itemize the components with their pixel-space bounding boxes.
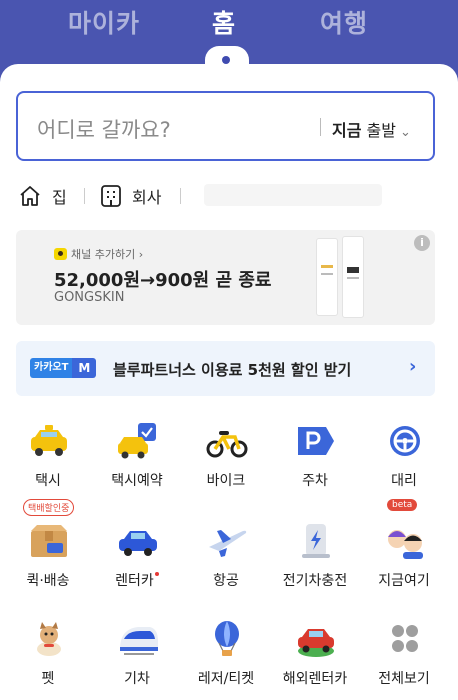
search-placeholder: 어디로 갈까요?: [37, 118, 171, 142]
airplane-icon: [209, 530, 247, 557]
departure-label: 출발: [366, 121, 396, 140]
ad-banner[interactable]: 채널 추가하기 › 52,000원→900원 곧 종료 GONGSKIN i: [16, 230, 435, 325]
ad-info-icon[interactable]: i: [414, 235, 430, 251]
chevron-down-icon: ⌄: [400, 125, 411, 140]
service-label: 전기차충전: [282, 573, 348, 589]
delivery-box-icon: [31, 525, 67, 557]
product-image: [316, 238, 338, 316]
promo-text: 블루파트너스 이용료 5천원 할인 받기: [113, 361, 352, 379]
service-leisure-ticket[interactable]: 레저/티켓: [183, 611, 269, 700]
house-icon: [20, 186, 40, 206]
service-label: 퀵·배송: [26, 573, 70, 589]
service-overseas-rental-car[interactable]: 해외렌터카: [272, 611, 358, 700]
kakao-channel-icon: [54, 248, 67, 260]
chevron-right-icon: ›: [135, 247, 144, 261]
service-label: 지금여기: [378, 573, 430, 589]
service-label: 기차: [124, 671, 150, 687]
product-image: [342, 236, 364, 318]
saved-place-home[interactable]: 집: [18, 181, 67, 211]
taxi-reservation-icon: [118, 423, 156, 459]
service-label: 전체보기: [378, 671, 430, 687]
service-label-text: 렌터카: [115, 573, 154, 589]
service-taxi-reservation[interactable]: 택시예약: [94, 413, 180, 503]
grid-dots-icon: [392, 625, 418, 652]
service-label: 레저/티켓: [197, 671, 255, 687]
saved-place-work-label: 회사: [132, 188, 162, 207]
service-label: 펫: [41, 671, 55, 687]
bike-icon: [206, 431, 248, 458]
kakao-t-m-badge: 카카오T M: [30, 358, 97, 378]
tab-mycar[interactable]: 마이카: [68, 4, 140, 40]
promo-banner[interactable]: 카카오T M 블루파트너스 이용료 5천원 할인 받기 ›: [16, 341, 435, 396]
service-ev-charging[interactable]: 전기차충전: [272, 513, 358, 603]
service-pet[interactable]: 펫: [5, 611, 91, 700]
service-taxi[interactable]: 택시: [5, 413, 91, 503]
saved-places: 집 회사: [18, 181, 448, 211]
taxi-icon: [31, 425, 67, 456]
overseas-rental-car-icon: [298, 629, 334, 657]
tab-home[interactable]: 홈: [212, 4, 236, 40]
service-label: 주차: [302, 473, 328, 489]
service-label: 대리: [391, 473, 417, 489]
chevron-right-icon: ›: [409, 356, 417, 377]
service-label: 항공: [213, 573, 239, 589]
steering-wheel-icon: [390, 426, 420, 456]
tab-travel[interactable]: 여행: [320, 4, 368, 40]
departure-time-select[interactable]: 지금 출발 ⌄: [332, 117, 411, 141]
page-indicator-dot: [222, 56, 230, 64]
search-divider: [320, 118, 321, 136]
service-grid: 택시 택시예약 바이크 주차 대리 택배할인중 퀵·배송 렌터카 항공 전기차충…: [0, 413, 458, 700]
service-parking[interactable]: 주차: [272, 413, 358, 503]
beta-badge: beta: [387, 499, 418, 511]
new-badge-dot: [154, 572, 159, 576]
train-icon: [120, 627, 158, 655]
saved-place-work[interactable]: 회사: [100, 181, 161, 211]
service-label: 택시: [35, 473, 61, 489]
rental-car-icon: [119, 531, 157, 556]
service-train[interactable]: 기차: [94, 611, 180, 700]
place-divider: [180, 188, 181, 204]
service-rental-car[interactable]: 렌터카: [94, 513, 180, 603]
ad-channel-label: 채널 추가하기: [71, 248, 136, 261]
ad-brand: GONGSKIN: [54, 290, 125, 305]
discount-tag: 택배할인중: [23, 499, 75, 516]
ad-channel-link[interactable]: 채널 추가하기 ›: [54, 246, 143, 262]
pet-dog-icon: [37, 622, 61, 656]
service-label: 바이크: [206, 473, 246, 489]
service-view-all[interactable]: 전체보기: [361, 611, 447, 700]
service-quick-delivery[interactable]: 택배할인중 퀵·배송: [5, 499, 91, 603]
hot-air-balloon-icon: [215, 621, 239, 656]
service-bike[interactable]: 바이크: [183, 413, 269, 503]
building-icon: [101, 185, 121, 207]
ad-title: 52,000원→900원 곧 종료: [54, 270, 272, 291]
ev-charger-icon: [302, 524, 330, 558]
service-now-here[interactable]: beta 지금여기: [361, 499, 447, 603]
parking-icon: [298, 427, 334, 455]
service-label: 해외렌터카: [282, 671, 348, 687]
destination-search-box[interactable]: 어디로 갈까요? 지금 출발 ⌄: [16, 91, 435, 161]
place-divider: [84, 188, 85, 204]
service-designated-driver[interactable]: 대리: [361, 413, 447, 503]
service-label: 렌터카: [94, 570, 180, 590]
m-badge: M: [72, 358, 97, 378]
saved-place-home-label: 집: [52, 188, 67, 207]
people-icon: [388, 530, 423, 559]
kakao-t-badge: 카카오T: [30, 358, 73, 378]
departure-time-now: 지금: [332, 121, 362, 140]
service-flight[interactable]: 항공: [183, 513, 269, 603]
saved-place-placeholder: [204, 184, 382, 206]
service-label: 택시예약: [111, 473, 163, 489]
